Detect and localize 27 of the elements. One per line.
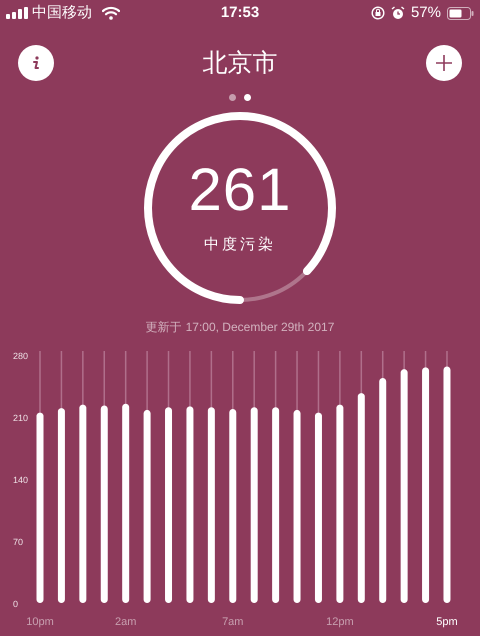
x-axis-label: 10pm — [26, 616, 54, 628]
battery-icon — [447, 6, 474, 20]
y-axis-label: 0 — [13, 599, 18, 609]
plus-icon — [435, 54, 453, 72]
alarm-icon — [390, 6, 405, 20]
y-axis-label: 210 — [13, 413, 28, 423]
rotation-lock-icon — [370, 6, 385, 20]
x-axis-label: 7am — [222, 616, 244, 628]
x-axis-label: 12pm — [326, 616, 354, 628]
info-icon — [32, 56, 40, 70]
status-time: 17:53 — [220, 2, 260, 23]
info-button[interactable] — [18, 45, 54, 81]
x-axis-label: 5pm — [436, 616, 458, 628]
city-title: 北京市 — [202, 47, 278, 80]
updated-label: 更新于 — [146, 319, 182, 336]
y-axis-label: 280 — [13, 351, 28, 361]
battery-percent: 57% — [410, 2, 441, 23]
pollution-level: 中度污染 — [204, 234, 276, 255]
y-axis-label: 70 — [13, 537, 24, 547]
aqi-value: 261 — [188, 160, 292, 220]
y-axis-label: 140 — [13, 475, 28, 485]
carrier-name: 中国移动 — [32, 2, 92, 23]
add-button[interactable] — [426, 45, 462, 81]
x-axis-label: 2am — [114, 616, 136, 628]
signal-icon — [6, 7, 28, 19]
wifi-icon — [102, 6, 120, 20]
updated-time: 17:00, December 29th 2017 — [186, 319, 334, 336]
